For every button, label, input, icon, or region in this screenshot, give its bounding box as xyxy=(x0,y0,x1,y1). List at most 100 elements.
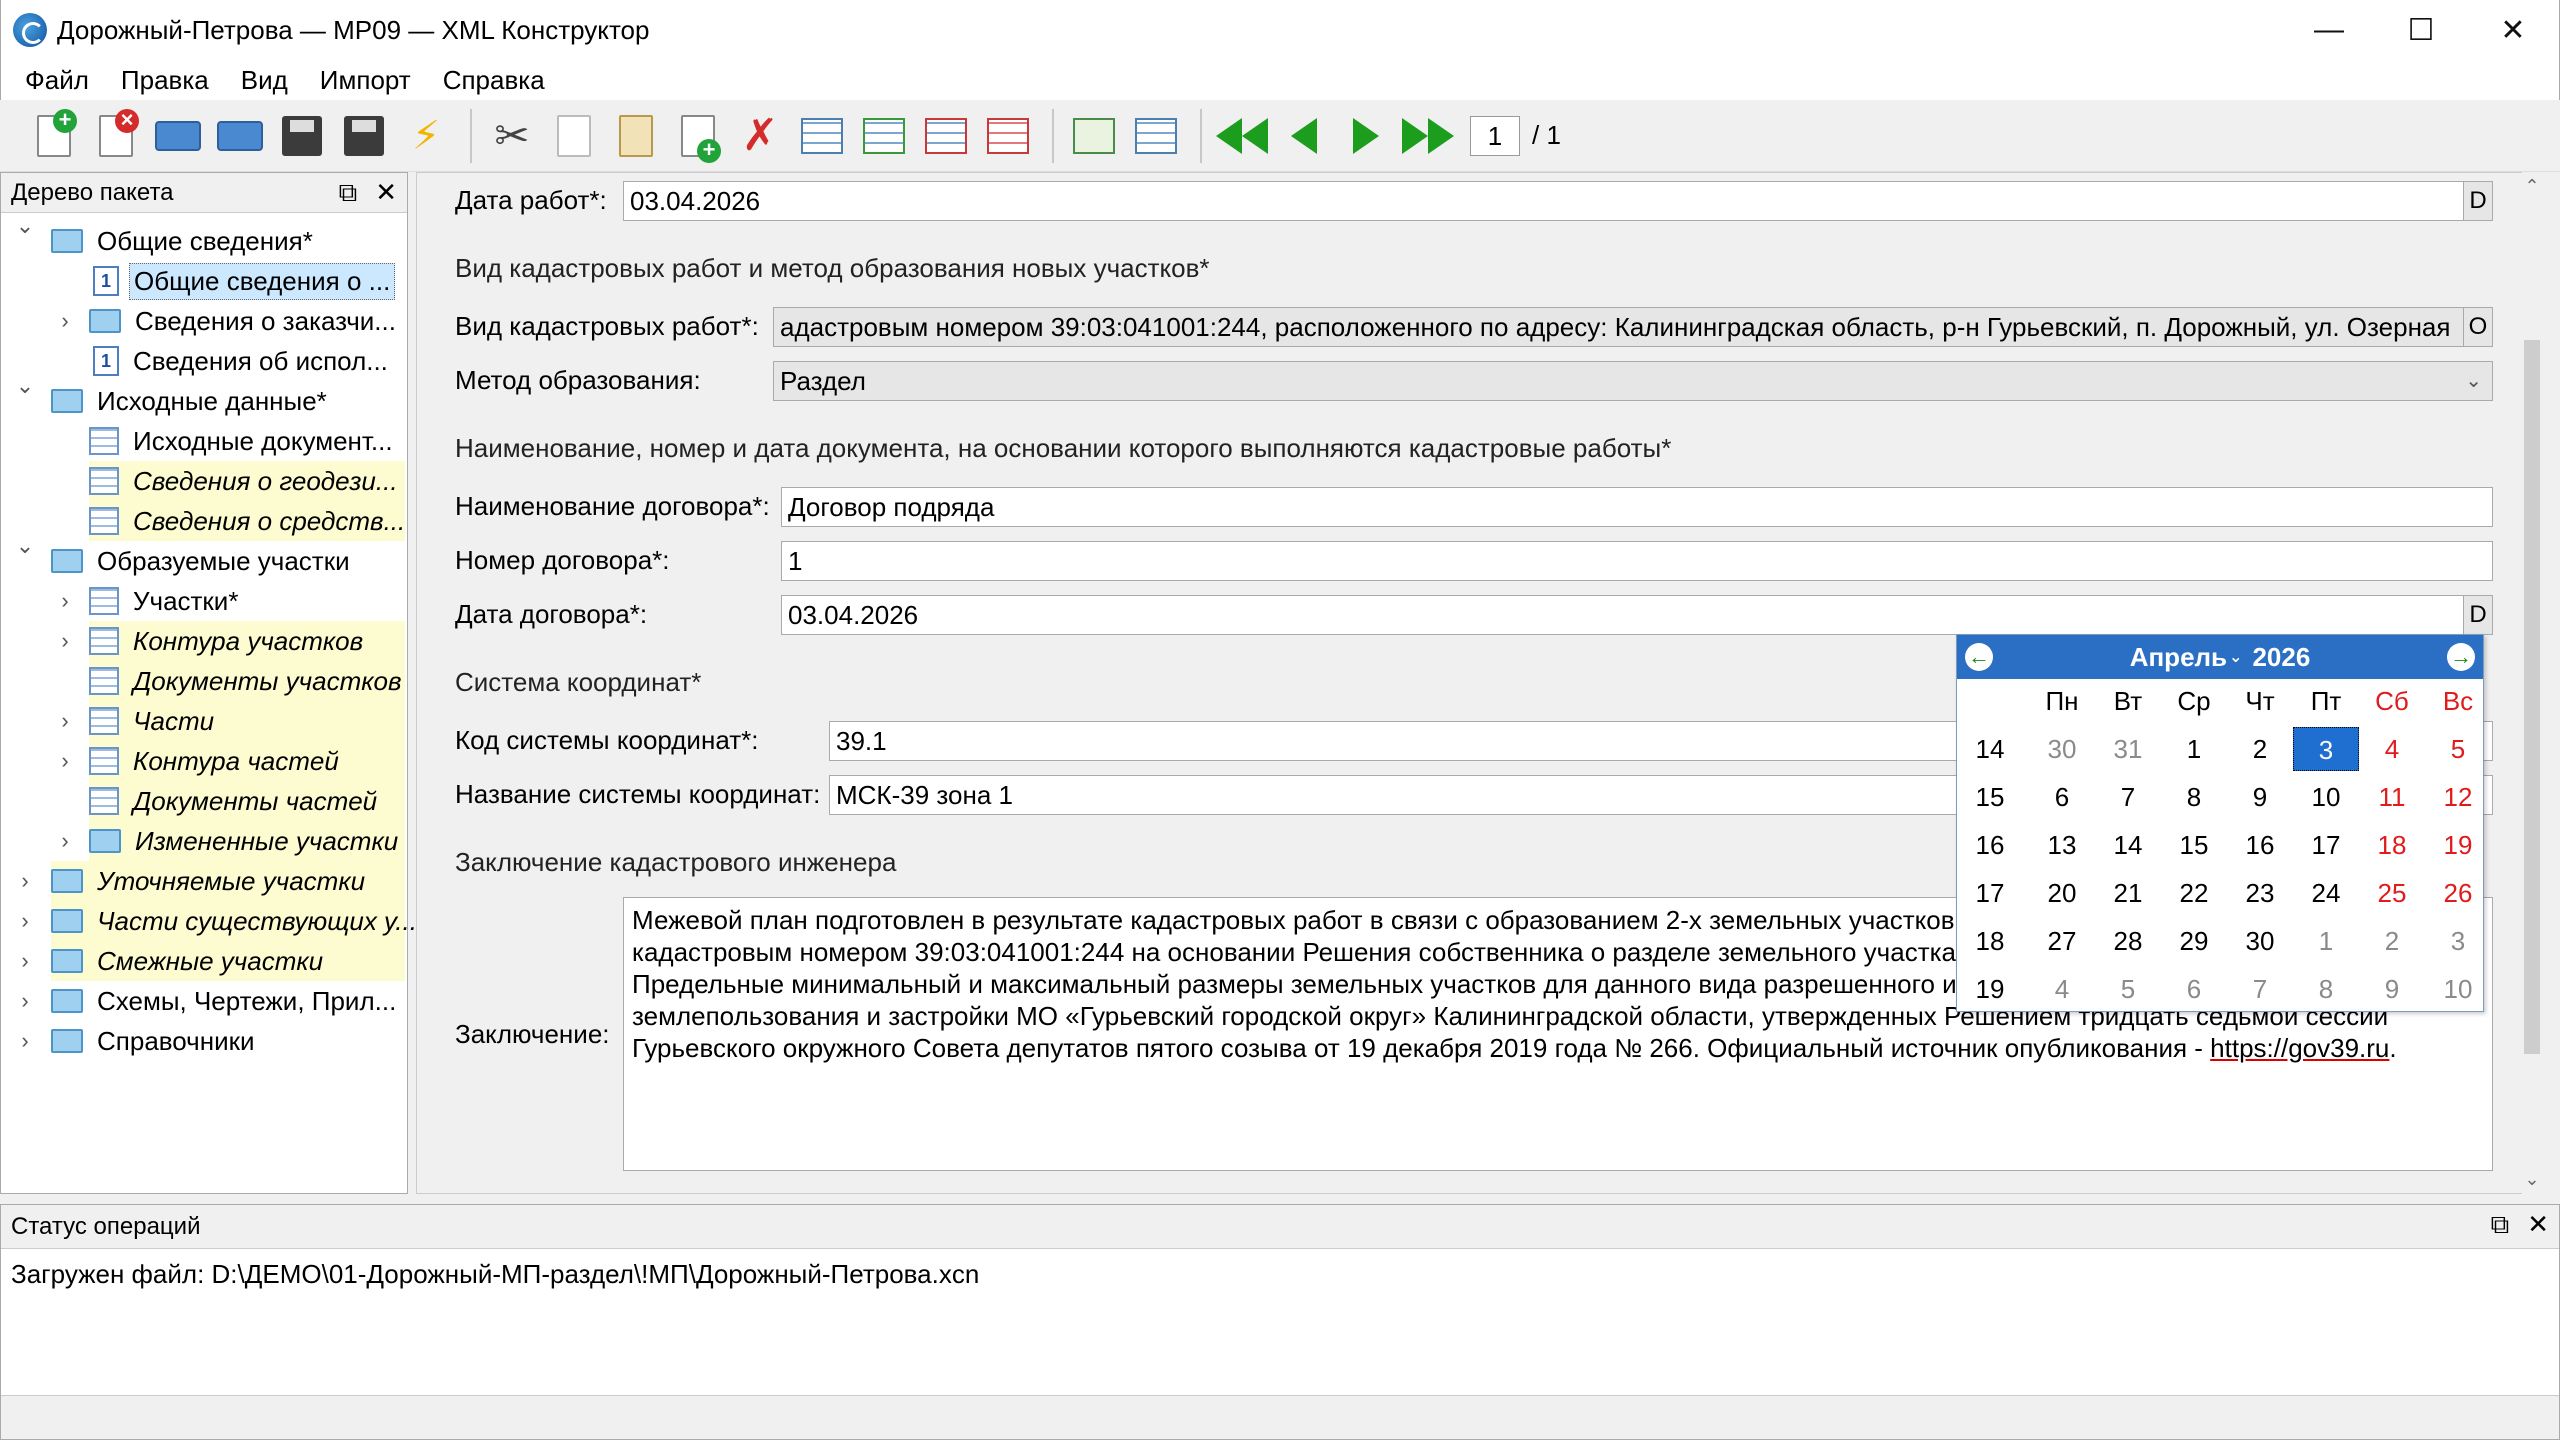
tree-item[interactable]: › Измененные участки xyxy=(61,821,405,861)
calendar-day[interactable]: 11 xyxy=(2359,775,2425,819)
calendar-day[interactable]: 3 xyxy=(2425,919,2491,963)
menu-edit[interactable]: Правка xyxy=(105,65,225,96)
tree-item[interactable]: › Участки* xyxy=(61,581,405,621)
expand-chevron-right-icon[interactable]: › xyxy=(13,908,37,934)
calendar-day[interactable]: 3 xyxy=(2293,727,2359,771)
close-status-panel-icon[interactable]: ✕ xyxy=(2527,1209,2549,1241)
work-date-field[interactable]: 03.04.2026 xyxy=(623,181,2493,221)
calendar-day[interactable]: 14 xyxy=(2095,823,2161,867)
expand-chevron-right-icon[interactable]: › xyxy=(53,708,77,734)
expand-chevron-right-icon[interactable]: › xyxy=(53,628,77,654)
tree-item[interactable]: › Уточняемые участки xyxy=(21,861,405,901)
first-page-button[interactable] xyxy=(1214,108,1270,164)
float-status-panel-icon[interactable]: ⧉ xyxy=(2491,1209,2510,1241)
expand-chevron-right-icon[interactable]: › xyxy=(13,1028,37,1054)
float-panel-icon[interactable]: ⧉ xyxy=(339,177,358,209)
tree-item[interactable]: ⌄ Общие сведения* xyxy=(16,213,405,261)
calendar-day[interactable]: 15 xyxy=(2161,823,2227,867)
prev-month-icon[interactable]: ← xyxy=(1965,643,1993,671)
calendar-day[interactable]: 12 xyxy=(2425,775,2491,819)
next-month-icon[interactable]: → xyxy=(2447,643,2475,671)
calendar-day[interactable]: 22 xyxy=(2161,871,2227,915)
view-form-button[interactable] xyxy=(1066,108,1122,164)
menu-file[interactable]: Файл xyxy=(9,65,105,96)
delete-row-button[interactable] xyxy=(918,108,974,164)
calendar-day[interactable]: 10 xyxy=(2293,775,2359,819)
prev-page-button[interactable] xyxy=(1276,108,1332,164)
expand-chevron-right-icon[interactable]: › xyxy=(13,948,37,974)
menu-view[interactable]: Вид xyxy=(225,65,304,96)
clear-button[interactable]: ✗ xyxy=(732,108,788,164)
calendar-day[interactable]: 25 xyxy=(2359,871,2425,915)
calendar-day[interactable]: 26 xyxy=(2425,871,2491,915)
minimize-button[interactable]: — xyxy=(2283,0,2375,60)
tree-item[interactable]: Сведения о средств... xyxy=(89,501,405,541)
calendar-day[interactable]: 5 xyxy=(2095,967,2161,1011)
calendar-day[interactable]: 19 xyxy=(2425,823,2491,867)
new-document-button[interactable]: + xyxy=(26,108,82,164)
copy-button[interactable] xyxy=(546,108,602,164)
form-scrollbar[interactable]: ⌃ ⌄ xyxy=(2522,172,2542,1194)
tree-item[interactable]: Сведения о геодези... xyxy=(89,461,405,501)
tree-item[interactable]: › Контура участков xyxy=(61,621,405,661)
scrollbar-thumb[interactable] xyxy=(2524,340,2540,1054)
calendar-day[interactable]: 27 xyxy=(2029,919,2095,963)
paste-add-button[interactable]: + xyxy=(670,108,726,164)
calendar-day[interactable]: 24 xyxy=(2293,871,2359,915)
tree-item[interactable]: ⌄ Исходные данные* xyxy=(16,373,405,421)
calendar-day[interactable]: 2 xyxy=(2227,727,2293,771)
cut-button[interactable]: ✂ xyxy=(484,108,540,164)
calendar-day[interactable]: 23 xyxy=(2227,871,2293,915)
expand-chevron-right-icon[interactable]: › xyxy=(53,588,77,614)
calendar-year[interactable]: 2026 xyxy=(2252,642,2310,673)
method-select[interactable]: Раздел ⌄ xyxy=(773,361,2493,401)
sign-button[interactable]: ⚡ xyxy=(398,108,454,164)
tree-item[interactable]: › Части xyxy=(61,701,405,741)
insert-row-below-button[interactable] xyxy=(856,108,912,164)
expand-chevron-down-icon[interactable]: ⌄ xyxy=(13,373,37,399)
calendar-day[interactable]: 30 xyxy=(2227,919,2293,963)
menu-help[interactable]: Справка xyxy=(427,65,561,96)
expand-chevron-right-icon[interactable]: › xyxy=(53,828,77,854)
tree-item[interactable]: Исходные документ... xyxy=(89,421,405,461)
calendar-day[interactable]: 5 xyxy=(2425,727,2491,771)
scroll-down-icon[interactable]: ⌄ xyxy=(2522,1169,2542,1190)
next-page-button[interactable] xyxy=(1338,108,1394,164)
print-button[interactable] xyxy=(150,108,206,164)
menu-import[interactable]: Импорт xyxy=(304,65,427,96)
calendar-day[interactable]: 8 xyxy=(2293,967,2359,1011)
tree-item[interactable]: › Части существующих у... xyxy=(21,901,417,941)
calendar-day[interactable]: 2 xyxy=(2359,919,2425,963)
calendar-day[interactable]: 28 xyxy=(2095,919,2161,963)
save-button[interactable] xyxy=(274,108,330,164)
contract-name-field[interactable]: Договор подряда xyxy=(781,487,2493,527)
page-number-input[interactable]: 1 xyxy=(1470,115,1520,156)
calendar-day[interactable]: 13 xyxy=(2029,823,2095,867)
calendar-month[interactable]: Апрель xyxy=(2130,642,2227,673)
calendar-day[interactable]: 9 xyxy=(2359,967,2425,1011)
calendar-day[interactable]: 21 xyxy=(2095,871,2161,915)
calendar-day[interactable]: 1 xyxy=(2161,727,2227,771)
calendar-day[interactable]: 9 xyxy=(2227,775,2293,819)
calendar-day[interactable]: 29 xyxy=(2161,919,2227,963)
maximize-button[interactable]: ☐ xyxy=(2375,0,2467,60)
close-document-button[interactable]: × xyxy=(88,108,144,164)
calendar-day[interactable]: 20 xyxy=(2029,871,2095,915)
paste-button[interactable] xyxy=(608,108,664,164)
save-as-button[interactable] xyxy=(336,108,392,164)
tree-item[interactable]: Документы частей xyxy=(89,781,405,821)
expand-chevron-right-icon[interactable]: › xyxy=(53,308,77,334)
tree-item[interactable]: › Схемы, Чертежи, Прил... xyxy=(21,981,405,1021)
expand-chevron-right-icon[interactable]: › xyxy=(53,748,77,774)
calendar-day[interactable]: 1 xyxy=(2293,919,2359,963)
tree-item[interactable]: › Смежные участки xyxy=(21,941,405,981)
tree-item[interactable]: ⌄ Образуемые участки xyxy=(16,533,405,581)
scroll-up-icon[interactable]: ⌃ xyxy=(2522,176,2542,197)
date-picker-button[interactable]: D xyxy=(2463,181,2493,221)
tree-item[interactable]: Документы участков xyxy=(89,661,405,701)
tree-item[interactable]: › Справочники xyxy=(21,1021,405,1061)
insert-row-above-button[interactable] xyxy=(794,108,850,164)
expand-chevron-right-icon[interactable]: › xyxy=(13,868,37,894)
close-panel-icon[interactable]: ✕ xyxy=(375,177,397,209)
close-window-button[interactable]: ✕ xyxy=(2467,0,2559,60)
